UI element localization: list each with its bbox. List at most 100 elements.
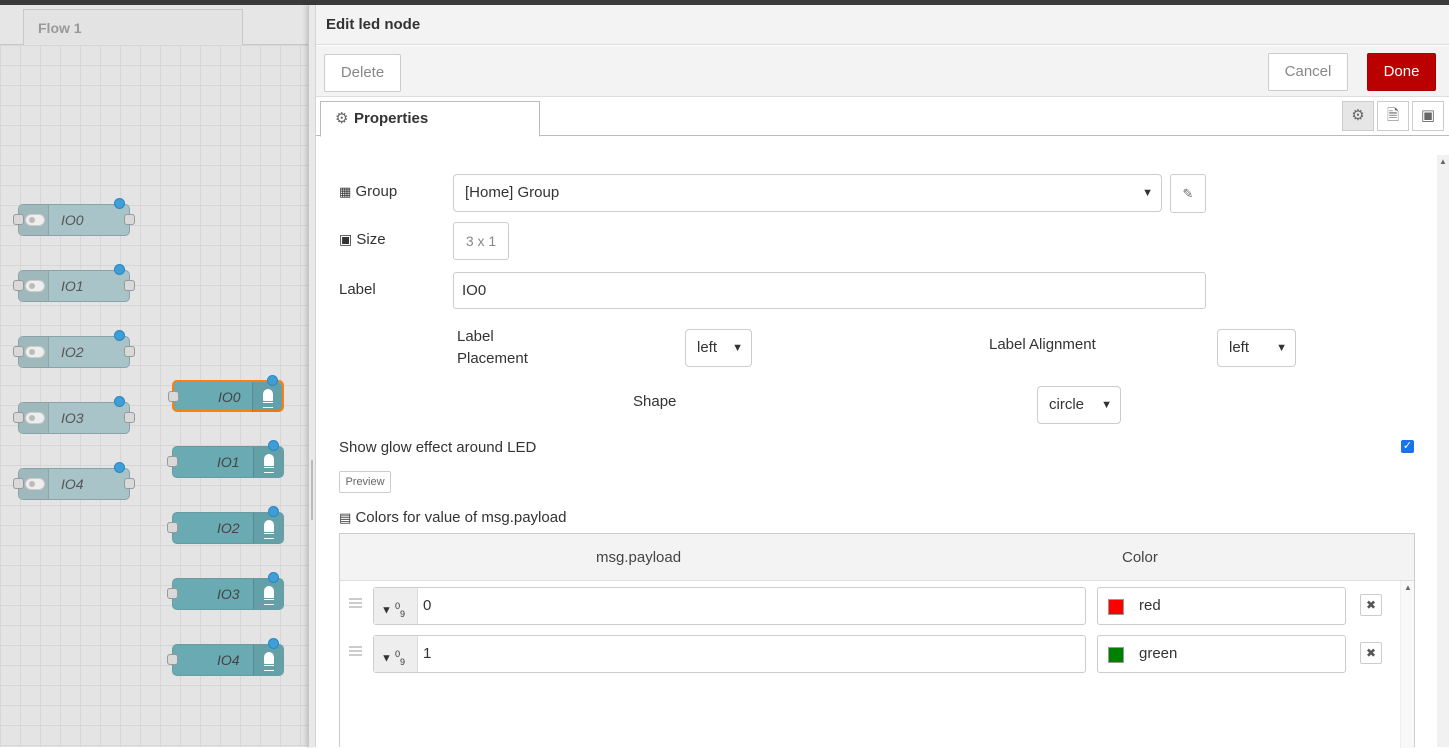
switch-node-io0[interactable]: IO0 xyxy=(13,198,135,236)
node-label: IO3 xyxy=(61,410,84,426)
type-select-button[interactable]: ▼ 09 xyxy=(374,588,418,624)
input-port[interactable] xyxy=(13,412,24,423)
col-header-payload: msg.payload xyxy=(596,549,682,566)
output-port[interactable] xyxy=(124,478,135,489)
label-input[interactable]: IO0 xyxy=(453,272,1206,309)
node-label: IO2 xyxy=(61,344,84,360)
flow-tab[interactable]: Flow 1 xyxy=(23,9,243,45)
remove-row-button[interactable]: ✖ xyxy=(1360,594,1382,616)
input-port[interactable] xyxy=(13,478,24,489)
toggle-icon xyxy=(25,346,45,358)
input-port[interactable] xyxy=(13,346,24,357)
colors-label-text: Colors for value of msg.payload xyxy=(355,509,567,526)
led-bulb-icon xyxy=(262,389,274,408)
led-bulb-icon xyxy=(263,652,275,671)
chevron-down-icon: ▼ xyxy=(1101,399,1112,411)
node-label: IO3 xyxy=(217,586,240,602)
preview-button[interactable]: Preview xyxy=(339,471,391,493)
type-select-button[interactable]: ▼ 09 xyxy=(374,636,418,672)
input-port[interactable] xyxy=(167,654,178,665)
form-scrollbar[interactable]: ▲ xyxy=(1437,155,1449,747)
input-port[interactable] xyxy=(13,214,24,225)
toggle-icon xyxy=(25,478,45,490)
drag-handle-icon[interactable] xyxy=(349,646,362,656)
color-input[interactable]: green xyxy=(1097,635,1346,673)
led-bulb-icon xyxy=(263,454,275,473)
size-button[interactable]: 3 x 1 xyxy=(453,222,509,260)
status-dot-icon xyxy=(268,506,279,517)
led-node-io4[interactable]: IO4 xyxy=(167,638,284,676)
chevron-down-icon: ▼ xyxy=(732,342,743,354)
table-scrollbar[interactable]: ▲ xyxy=(1400,581,1414,748)
output-port[interactable] xyxy=(124,412,135,423)
shape-select[interactable]: circle ▼ xyxy=(1037,386,1121,424)
glow-label: Show glow effect around LED xyxy=(339,439,537,456)
workspace-grid[interactable]: IO0 IO1 IO2 IO3 IO4 IO0 IO1 IO2 IO3 IO4 xyxy=(0,45,308,747)
color-row: ▼ 09 0 red ✖ xyxy=(340,587,1400,627)
led-node-io3[interactable]: IO3 xyxy=(167,572,284,610)
side-tab-appearance[interactable]: ▣ xyxy=(1412,101,1444,131)
status-dot-icon xyxy=(268,572,279,583)
label-placement-select[interactable]: left ▼ xyxy=(685,329,752,367)
node-label: IO4 xyxy=(61,476,84,492)
node-label: IO1 xyxy=(217,454,240,470)
glow-checkbox[interactable]: ✓ xyxy=(1401,440,1414,453)
status-dot-icon xyxy=(114,198,125,209)
cancel-button[interactable]: Cancel xyxy=(1268,53,1348,91)
switch-node-io4[interactable]: IO4 xyxy=(13,462,135,500)
scroll-up-icon[interactable]: ▲ xyxy=(1439,157,1447,166)
label-alignment-value: left xyxy=(1229,339,1250,356)
tray-resize-handle[interactable] xyxy=(308,5,316,747)
payload-typed-input[interactable]: ▼ 09 1 xyxy=(373,635,1086,673)
tray-title: Edit led node xyxy=(316,5,1449,45)
shape-value: circle xyxy=(1049,396,1085,413)
color-swatch[interactable] xyxy=(1108,647,1124,663)
node-label: IO2 xyxy=(217,520,240,536)
size-field-label: ▣ Size xyxy=(339,231,386,248)
label-alignment-select[interactable]: left ▼ xyxy=(1217,329,1296,367)
input-port[interactable] xyxy=(168,391,179,402)
node-label: IO4 xyxy=(217,652,240,668)
input-port[interactable] xyxy=(167,522,178,533)
color-swatch[interactable] xyxy=(1108,599,1124,615)
drag-handle-icon[interactable] xyxy=(349,598,362,608)
output-port[interactable] xyxy=(124,346,135,357)
chevron-down-icon: ▼ xyxy=(1142,187,1153,199)
output-port[interactable] xyxy=(124,214,135,225)
led-node-iconbox xyxy=(253,579,283,609)
switch-node-io2[interactable]: IO2 xyxy=(13,330,135,368)
payload-typed-input[interactable]: ▼ 09 0 xyxy=(373,587,1086,625)
status-dot-icon xyxy=(114,462,125,473)
done-button[interactable]: Done xyxy=(1367,53,1436,91)
led-node-io2[interactable]: IO2 xyxy=(167,506,284,544)
output-port[interactable] xyxy=(124,280,135,291)
flow-tab-strip: Flow 1 xyxy=(0,5,308,45)
led-node-io1[interactable]: IO1 xyxy=(167,440,284,478)
label-placement-label: Label Placement xyxy=(457,328,528,367)
side-tab-properties[interactable]: ⚙ xyxy=(1342,101,1374,131)
tab-properties[interactable]: ⚙ Properties xyxy=(320,101,540,137)
toggle-icon xyxy=(25,214,45,226)
input-port[interactable] xyxy=(13,280,24,291)
color-input[interactable]: red xyxy=(1097,587,1346,625)
switch-node-io3[interactable]: IO3 xyxy=(13,396,135,434)
edit-group-button[interactable]: ✎ xyxy=(1170,174,1206,213)
edit-tray: Edit led node Delete Cancel Done ⚙ Proper… xyxy=(316,5,1449,748)
delete-button[interactable]: Delete xyxy=(324,54,401,92)
group-select[interactable]: [Home] Group ▼ xyxy=(453,174,1162,212)
side-tab-description[interactable]: 🗎 xyxy=(1377,101,1409,131)
file-text-icon: 🗎 xyxy=(1386,107,1400,124)
properties-form: ▲ ▦ Group [Home] Group ▼ ✎ ▣ Size 3 x 1 … xyxy=(316,137,1449,748)
tray-tabs: ⚙ Properties ⚙ 🗎 ▣ xyxy=(316,97,1449,137)
color-name: red xyxy=(1139,597,1161,614)
switch-node-io1[interactable]: IO1 xyxy=(13,264,135,302)
scroll-up-icon[interactable]: ▲ xyxy=(1404,583,1412,592)
remove-row-button[interactable]: ✖ xyxy=(1360,642,1382,664)
led-node-iconbox xyxy=(253,645,283,675)
input-port[interactable] xyxy=(167,456,178,467)
led-node-io0-selected[interactable]: IO0 xyxy=(168,375,284,412)
chevron-down-icon: ▼ xyxy=(1276,342,1287,354)
input-port[interactable] xyxy=(167,588,178,599)
object-group-icon: ▣ xyxy=(339,231,353,247)
label-alignment-label: Label Alignment xyxy=(989,336,1096,353)
